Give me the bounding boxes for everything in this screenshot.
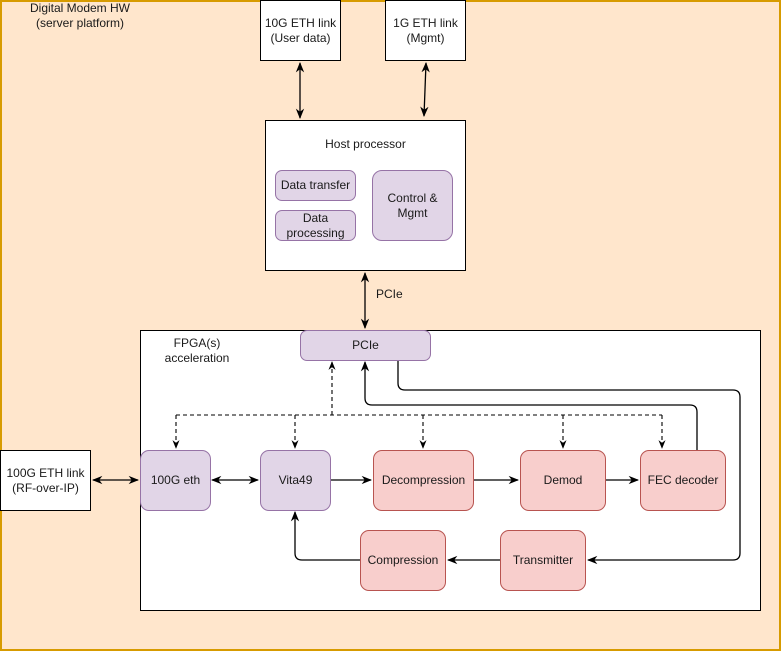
edge-fec-pcie	[360, 360, 698, 450]
transmitter-block[interactable]: Transmitter	[500, 530, 586, 591]
edge-comp-vita49	[290, 510, 360, 561]
fec-decoder-block[interactable]: FEC decoder	[640, 450, 726, 511]
compression-block[interactable]: Compression	[360, 530, 446, 591]
eth-100g-block[interactable]: 100G eth	[140, 450, 211, 511]
vita49-block[interactable]: Vita49	[260, 450, 331, 511]
demod-block[interactable]: Demod	[520, 450, 606, 511]
fpga-pcie-block[interactable]: PCIe	[300, 330, 431, 361]
edge-1g-host	[420, 61, 430, 118]
decompression-block[interactable]: Decompression	[373, 450, 474, 511]
